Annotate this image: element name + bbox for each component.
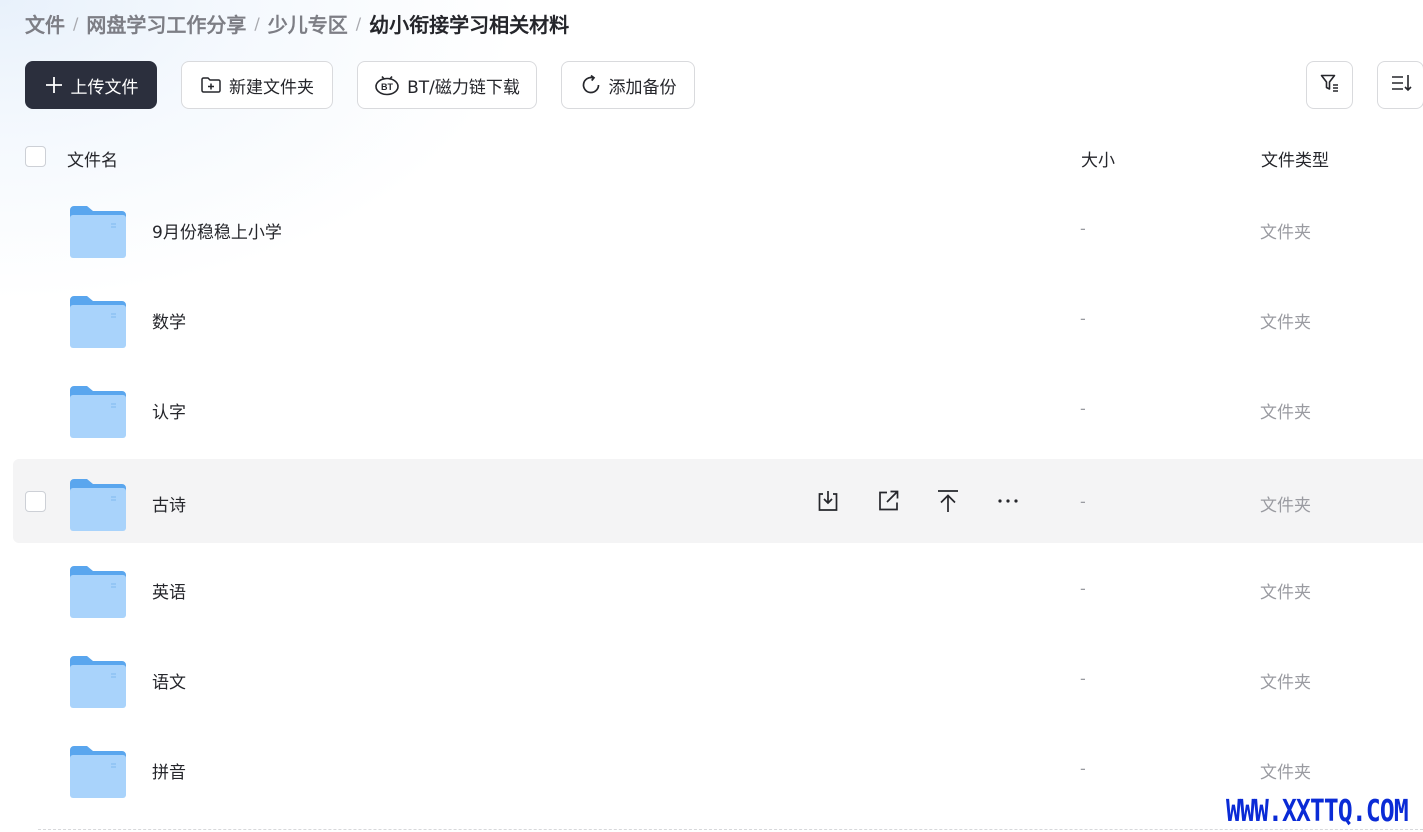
file-row[interactable]: 9月份稳稳上小学 - 文件夹 — [13, 186, 1423, 270]
file-row-hovered[interactable]: 古诗 - 文件夹 — [13, 459, 1423, 543]
file-size: - — [1080, 219, 1086, 238]
select-all-checkbox[interactable] — [25, 146, 46, 167]
watermark: WWW.XXTTQ.COM — [1226, 794, 1409, 829]
file-type: 文件夹 — [1260, 403, 1311, 423]
sort-button[interactable] — [1377, 61, 1423, 109]
file-name[interactable]: 语文 — [152, 668, 186, 693]
file-type: 文件夹 — [1260, 313, 1311, 333]
add-backup-button[interactable]: 添加备份 — [561, 61, 695, 109]
breadcrumb-current: 幼小衔接学习相关材料 — [369, 12, 570, 37]
file-list-header: 文件名 大小 文件类型 — [0, 138, 1423, 176]
breadcrumb-separator: / — [254, 13, 260, 33]
breadcrumb-separator: / — [355, 13, 362, 33]
file-size: - — [1080, 579, 1086, 598]
file-type: 文件夹 — [1260, 496, 1311, 516]
folder-icon — [70, 566, 126, 622]
folder-icon — [70, 746, 126, 802]
new-folder-label: 新建文件夹 — [229, 77, 314, 98]
download-icon[interactable] — [813, 486, 843, 516]
file-type: 文件夹 — [1260, 223, 1311, 243]
breadcrumb-item-share[interactable]: 网盘学习工作分享 — [86, 9, 246, 38]
file-size: - — [1080, 309, 1086, 328]
column-header-type[interactable]: 文件类型 — [1261, 146, 1329, 171]
row-checkbox[interactable] — [25, 491, 46, 512]
add-backup-label: 添加备份 — [608, 77, 677, 98]
file-size: - — [1080, 759, 1086, 778]
file-type: 文件夹 — [1260, 763, 1311, 783]
filter-icon — [1319, 72, 1341, 99]
breadcrumb-separator: / — [73, 13, 79, 33]
file-name[interactable]: 拼音 — [152, 758, 186, 783]
column-header-name[interactable]: 文件名 — [67, 146, 118, 171]
more-icon[interactable] — [993, 486, 1023, 516]
breadcrumb: 文件 / 网盘学习工作分享 / 少儿专区 / 幼小衔接学习相关材料 — [25, 8, 569, 38]
file-type: 文件夹 — [1260, 583, 1311, 603]
file-size: - — [1080, 399, 1086, 418]
row-actions — [813, 486, 1053, 516]
breadcrumb-item-files[interactable]: 文件 — [25, 9, 65, 38]
file-row[interactable]: 英语 - 文件夹 — [13, 546, 1423, 630]
folder-icon — [70, 656, 126, 712]
share-icon[interactable] — [873, 486, 903, 516]
folder-icon — [70, 479, 126, 535]
upload-button[interactable]: 上传文件 — [25, 61, 157, 109]
breadcrumb-item-kids[interactable]: 少儿专区 — [268, 9, 348, 38]
filter-button[interactable] — [1306, 61, 1353, 109]
file-name[interactable]: 英语 — [152, 578, 186, 603]
bt-download-label: BT/磁力链下载 — [407, 77, 520, 98]
folder-add-icon — [200, 75, 222, 95]
file-name[interactable]: 认字 — [152, 398, 186, 423]
file-row[interactable]: 认字 - 文件夹 — [13, 366, 1423, 450]
folder-icon — [70, 386, 126, 442]
folder-icon — [70, 296, 126, 352]
folder-icon — [70, 206, 126, 262]
sync-icon — [580, 74, 602, 96]
upload-button-label: 上传文件 — [70, 77, 139, 98]
list-bottom-divider — [38, 829, 1423, 830]
file-row[interactable]: 数学 - 文件夹 — [13, 276, 1423, 360]
sort-icon — [1390, 72, 1412, 99]
new-folder-button[interactable]: 新建文件夹 — [181, 61, 333, 109]
bt-icon: BT — [374, 74, 400, 96]
move-to-top-icon[interactable] — [933, 486, 963, 516]
file-size: - — [1080, 492, 1086, 511]
file-row[interactable]: 语文 - 文件夹 — [13, 636, 1423, 720]
file-row[interactable]: 拼音 - 文件夹 — [13, 726, 1423, 810]
file-name[interactable]: 9月份稳稳上小学 — [152, 218, 282, 243]
plus-icon — [44, 75, 64, 95]
svg-text:BT: BT — [381, 82, 393, 92]
file-name[interactable]: 数学 — [152, 308, 186, 333]
bt-download-button[interactable]: BT BT/磁力链下载 — [357, 61, 537, 109]
file-name[interactable]: 古诗 — [152, 491, 186, 516]
file-size: - — [1080, 669, 1086, 688]
file-type: 文件夹 — [1260, 673, 1311, 693]
column-header-size[interactable]: 大小 — [1081, 146, 1115, 171]
